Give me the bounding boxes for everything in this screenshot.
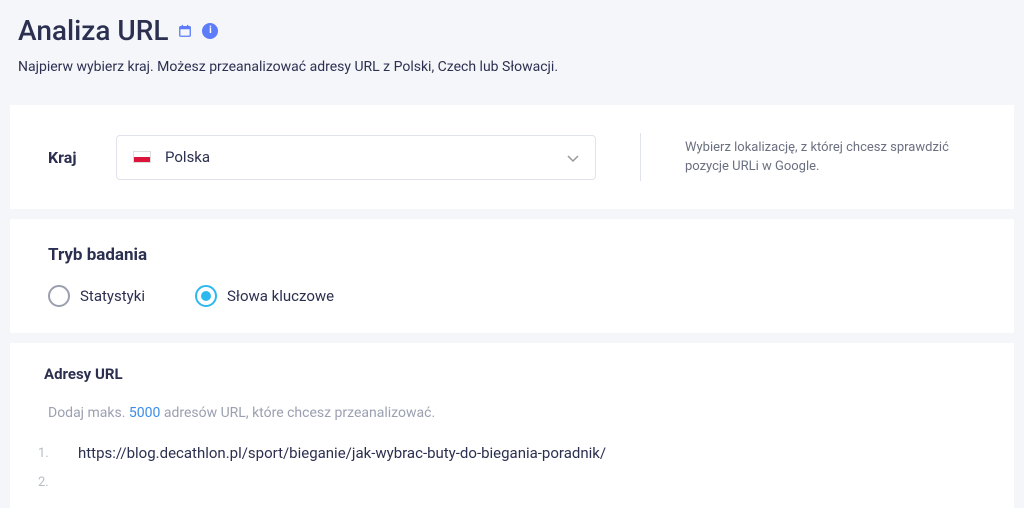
country-help-text: Wybierz lokalizację, z której chcesz spr… <box>685 138 965 177</box>
radio-icon-selected <box>195 285 217 307</box>
url-input[interactable] <box>78 472 986 493</box>
page-header: Analiza URL i Najpierw wybierz kraj. Moż… <box>0 0 1024 85</box>
radio-option-statistics[interactable]: Statystyki <box>48 285 145 307</box>
url-list: 1. https://blog.decathlon.pl/sport/biega… <box>38 439 986 498</box>
country-select[interactable]: Polska <box>116 135 596 180</box>
urls-hint-prefix: Dodaj maks. <box>48 405 129 421</box>
country-label: Kraj <box>48 148 88 167</box>
urls-title: Adresy URL <box>44 365 986 383</box>
flag-poland-icon <box>133 151 151 163</box>
country-row: Kraj Polska Wybierz lokalizację, z które… <box>48 133 976 181</box>
radio-option-keywords[interactable]: Słowa kluczowe <box>195 285 334 307</box>
chevron-down-icon <box>567 148 579 167</box>
research-mode-card: Tryb badania Statystyki Słowa kluczowe <box>10 219 1014 333</box>
research-mode-title: Tryb badania <box>48 245 976 265</box>
country-selected-value: Polska <box>165 148 210 166</box>
page-subtitle: Najpierw wybierz kraj. Możesz przeanaliz… <box>18 59 1006 75</box>
research-mode-radio-group: Statystyki Słowa kluczowe <box>48 285 976 307</box>
url-item: 1. https://blog.decathlon.pl/sport/biega… <box>38 439 986 467</box>
url-number: 2. <box>38 475 54 490</box>
url-number: 1. <box>38 446 54 461</box>
title-row: Analiza URL i <box>18 14 1006 47</box>
radio-label: Słowa kluczowe <box>227 287 334 305</box>
vertical-divider <box>640 133 641 181</box>
urls-hint-suffix: adresów URL, które chcesz przeanalizować… <box>160 405 435 421</box>
urls-hint: Dodaj maks. 5000 adresów URL, które chce… <box>48 405 986 421</box>
urls-hint-max: 5000 <box>129 405 160 421</box>
url-value[interactable]: https://blog.decathlon.pl/sport/bieganie… <box>78 444 606 462</box>
radio-dot-icon <box>201 291 211 301</box>
page-title: Analiza URL <box>18 14 168 47</box>
urls-card: Adresy URL Dodaj maks. 5000 adresów URL,… <box>10 343 1014 508</box>
calendar-icon[interactable] <box>178 24 192 38</box>
radio-label: Statystyki <box>80 287 145 305</box>
url-item: 2. <box>38 467 986 498</box>
country-card: Kraj Polska Wybierz lokalizację, z które… <box>10 105 1014 209</box>
radio-icon <box>48 285 70 307</box>
info-icon[interactable]: i <box>202 23 218 39</box>
